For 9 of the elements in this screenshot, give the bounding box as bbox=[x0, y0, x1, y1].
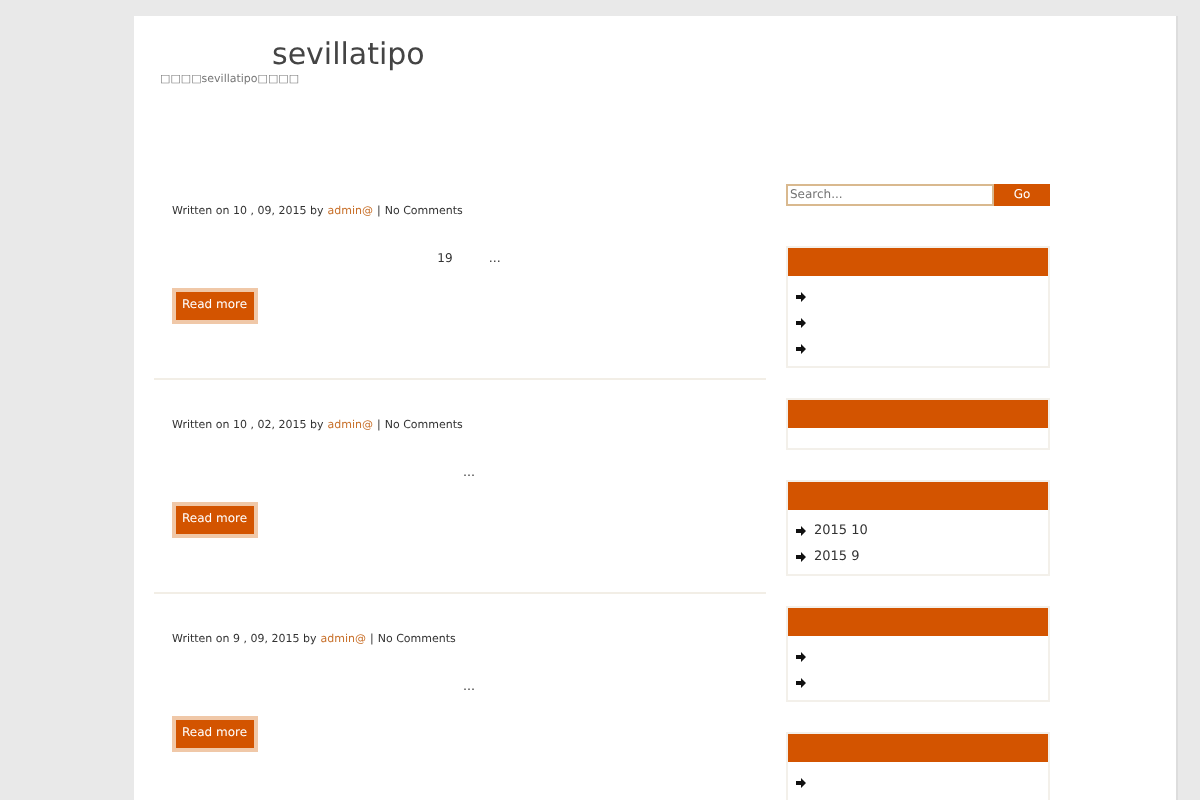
arrow-icon bbox=[796, 778, 806, 788]
arrow-icon bbox=[796, 552, 806, 562]
arrow-icon bbox=[796, 318, 806, 328]
arrow-icon bbox=[796, 526, 806, 536]
arrow-icon bbox=[796, 292, 806, 302]
arrow-icon bbox=[796, 652, 806, 662]
arrow-icon bbox=[796, 344, 806, 354]
site-title[interactable]: sevillatipo bbox=[272, 36, 425, 72]
arrow-icon bbox=[796, 678, 806, 688]
